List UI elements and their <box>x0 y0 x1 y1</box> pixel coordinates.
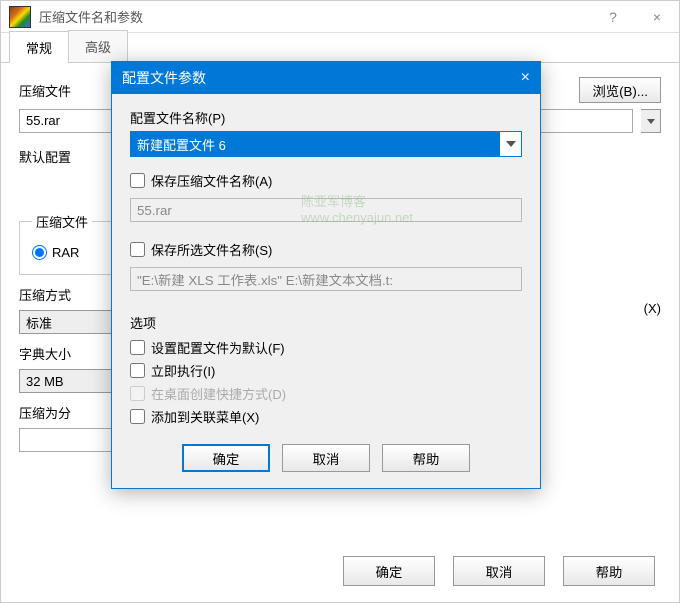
help-icon[interactable]: ? <box>591 1 635 33</box>
archive-name-label: 压缩文件 <box>19 81 99 100</box>
dict-label: 字典大小 <box>19 344 99 363</box>
format-legend: 压缩文件 <box>32 212 92 231</box>
dict-value: 32 MB <box>26 374 64 389</box>
modal-titlebar: 配置文件参数 × <box>112 62 540 94</box>
default-profile-label: 默认配置 <box>19 147 99 166</box>
opt-default-checkbox[interactable] <box>130 340 145 355</box>
selected-files-readonly <box>130 267 522 291</box>
options-label: 选项 <box>130 313 522 332</box>
profile-name-input[interactable]: 新建配置文件 6 <box>131 132 499 156</box>
profile-params-dialog: 配置文件参数 × 配置文件名称(P) 新建配置文件 6 保存压缩文件名称(A) … <box>111 61 541 489</box>
profile-name-dropdown-button[interactable] <box>499 132 521 156</box>
save-selected-files-label: 保存所选文件名称(S) <box>151 240 272 259</box>
opt-run-label: 立即执行(I) <box>151 361 215 380</box>
opt-run-checkbox[interactable] <box>130 363 145 378</box>
profile-name-combo[interactable]: 新建配置文件 6 <box>130 131 522 157</box>
parent-cancel-button[interactable]: 取消 <box>453 556 545 586</box>
delete-after-tail: (X) <box>644 301 661 316</box>
modal-cancel-button[interactable]: 取消 <box>282 444 370 472</box>
save-archive-name-checkbox[interactable] <box>130 173 145 188</box>
modal-title: 配置文件参数 <box>122 68 521 88</box>
method-value: 标准 <box>26 313 52 332</box>
tab-general[interactable]: 常规 <box>9 31 69 63</box>
opt-shortcut-checkbox <box>130 386 145 401</box>
save-archive-name-label: 保存压缩文件名称(A) <box>151 171 272 190</box>
parent-window-title: 压缩文件名和参数 <box>39 7 591 26</box>
modal-ok-button[interactable]: 确定 <box>182 444 270 472</box>
parent-help-button[interactable]: 帮助 <box>563 556 655 586</box>
chevron-down-icon <box>647 119 655 124</box>
tab-advanced[interactable]: 高级 <box>68 30 128 62</box>
parent-ok-button[interactable]: 确定 <box>343 556 435 586</box>
chevron-down-icon <box>506 141 516 147</box>
winrar-icon <box>9 6 31 28</box>
profile-name-label: 配置文件名称(P) <box>130 108 522 127</box>
tab-strip: 常规 高级 <box>1 33 679 63</box>
opt-context-checkbox[interactable] <box>130 409 145 424</box>
format-rar-label: RAR <box>52 245 79 260</box>
split-label: 压缩为分 <box>19 403 99 422</box>
modal-help-button[interactable]: 帮助 <box>382 444 470 472</box>
save-selected-files-checkbox[interactable] <box>130 242 145 257</box>
opt-default-label: 设置配置文件为默认(F) <box>151 338 285 357</box>
archive-dropdown-button[interactable] <box>641 109 661 133</box>
opt-context-label: 添加到关联菜单(X) <box>151 407 259 426</box>
modal-close-button[interactable]: × <box>521 69 530 87</box>
parent-titlebar: 压缩文件名和参数 ? × <box>1 1 679 33</box>
archive-name-readonly <box>130 198 522 222</box>
opt-shortcut-label: 在桌面创建快捷方式(D) <box>151 384 286 403</box>
method-label: 压缩方式 <box>19 285 99 304</box>
browse-button[interactable]: 浏览(B)... <box>579 77 661 103</box>
close-icon[interactable]: × <box>635 1 679 33</box>
format-rar-radio[interactable] <box>32 245 47 260</box>
